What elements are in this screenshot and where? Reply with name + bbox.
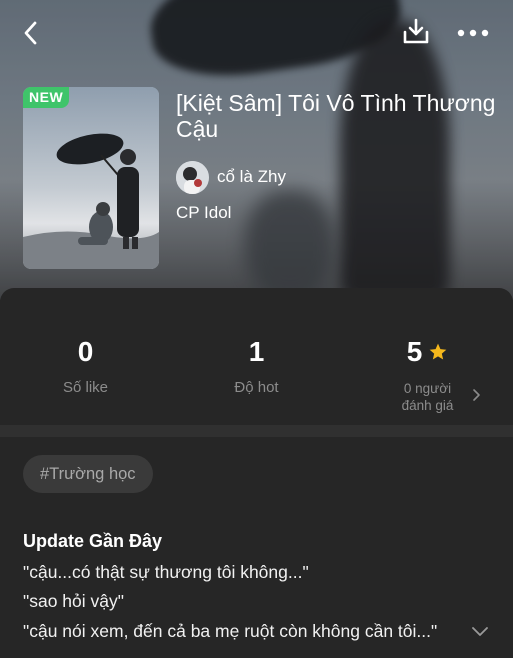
likes-count: 0	[77, 336, 94, 367]
more-horizontal-icon	[457, 29, 489, 37]
details-sheet: 0 Số like 1 Độ hot 5 0 người đánh giá #T…	[0, 288, 513, 658]
story-cover-image[interactable]	[23, 87, 159, 269]
stats-row: 0 Số like 1 Độ hot 5 0 người đánh giá	[0, 288, 513, 425]
rating-label: 0 người đánh giá	[342, 380, 513, 414]
author-avatar[interactable]	[176, 160, 209, 194]
story-category[interactable]: CP Idol	[176, 203, 231, 223]
author-row[interactable]: cổ là Zhy	[176, 160, 286, 194]
rating-value-wrap: 5	[342, 336, 513, 368]
back-button[interactable]	[14, 16, 48, 50]
update-line: "cậu nói xem, đến cả ba mẹ ruột còn khôn…	[23, 621, 438, 641]
story-title: [Kiệt Sâm] Tôi Vô Tình Thương Cậu	[176, 90, 496, 142]
section-divider	[0, 425, 513, 437]
rating-count-label: 0 người	[403, 381, 452, 396]
chevron-left-icon	[24, 21, 37, 45]
more-options-button[interactable]	[454, 18, 492, 48]
likes-label: Số like	[62, 379, 109, 396]
cover-illustration	[23, 87, 159, 269]
avatar-image	[176, 160, 209, 194]
chevron-down-icon[interactable]	[470, 625, 490, 639]
chevron-right-icon[interactable]	[470, 388, 482, 402]
star-icon	[429, 343, 447, 360]
download-icon	[403, 18, 429, 44]
download-button[interactable]	[398, 14, 434, 50]
tag-chip[interactable]: #Trường học	[23, 455, 153, 493]
update-line: "cậu...có thật sự thương tôi không..."	[23, 562, 309, 582]
rating-sub-label: đánh giá	[401, 398, 454, 413]
author-name[interactable]: cổ là Zhy	[217, 167, 286, 187]
recent-update-title: Update Gần Đây	[23, 531, 163, 551]
hot-label: Độ hot	[234, 379, 279, 396]
update-line: "sao hỏi vậy"	[23, 591, 124, 611]
new-badge: NEW	[23, 87, 70, 108]
hot-count: 1	[248, 336, 265, 367]
rating-value: 5	[406, 336, 423, 367]
top-bar	[0, 0, 513, 64]
